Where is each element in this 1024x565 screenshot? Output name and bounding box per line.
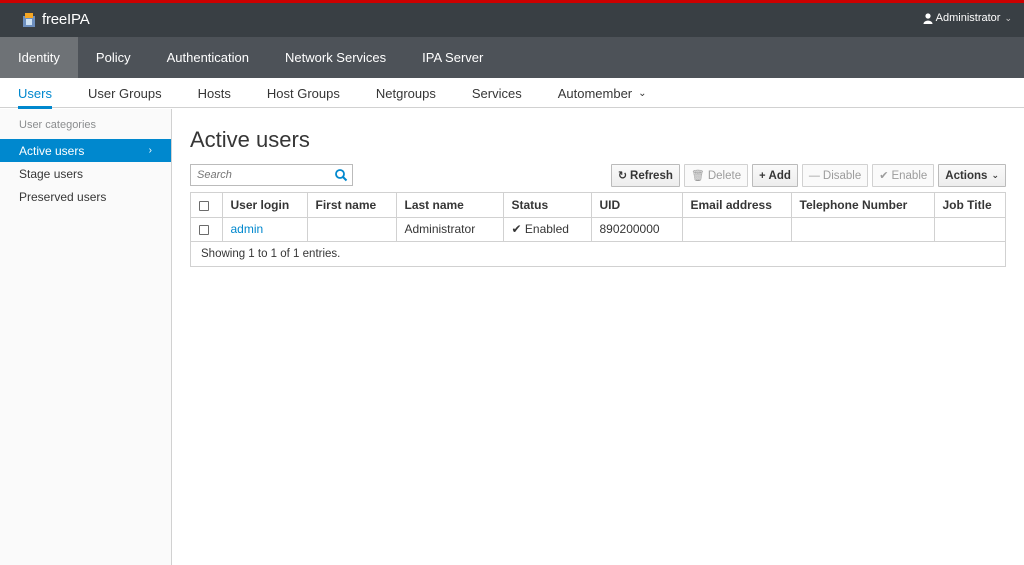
primary-nav-network-services[interactable]: Network Services — [267, 37, 404, 78]
last-name-cell: Administrator — [396, 217, 504, 242]
table-footer: Showing 1 to 1 of 1 entries. — [201, 247, 341, 260]
column-header[interactable]: Job Title — [934, 193, 1005, 218]
sidebar-item-label: Active users — [19, 143, 85, 158]
check-icon: ✔ — [511, 222, 525, 236]
uid-cell: 890200000 — [591, 217, 683, 242]
primary-nav-authentication[interactable]: Authentication — [149, 37, 267, 78]
table-header-row: User login First name Last name Status U… — [191, 193, 1005, 218]
primary-nav: Identity Policy Authentication Network S… — [0, 37, 1024, 78]
enable-button[interactable]: ✔ Enable — [872, 164, 935, 187]
toolbar: ↻ Refresh 🗑 Delete + Add — Disable ✔ Ena… — [610, 164, 1006, 187]
sidebar-item-preserved-users[interactable]: Preserved users — [0, 185, 171, 208]
tab-services-label: Services — [471, 85, 522, 101]
column-header[interactable]: Email address — [682, 193, 792, 218]
top-bar: freeIPA Administrator ⌄ — [0, 0, 1024, 37]
user-menu[interactable]: Administrator ⌄ — [923, 12, 1012, 24]
delete-label: Delete — [707, 169, 742, 182]
tab-hosts-label: Hosts — [197, 85, 231, 101]
tab-user-groups-label: User Groups — [87, 85, 162, 101]
status-text: Enabled — [524, 222, 569, 236]
delete-button[interactable]: 🗑 Delete — [683, 164, 749, 187]
minus-icon: — — [808, 169, 820, 182]
column-header[interactable]: Status — [503, 193, 592, 218]
tab-user-groups[interactable]: User Groups — [70, 78, 180, 108]
chevron-down-icon: ⌄ — [991, 170, 999, 180]
job-title-cell — [934, 217, 1005, 242]
tab-automember-label: Automember — [557, 85, 633, 101]
tab-hosts[interactable]: Hosts — [180, 78, 249, 108]
tab-host-groups-label: Host Groups — [266, 85, 340, 101]
refresh-label: Refresh — [630, 169, 673, 182]
sidebar: User categories Active users › Stage use… — [0, 109, 172, 565]
tab-netgroups-label: Netgroups — [375, 85, 436, 101]
primary-nav-policy[interactable]: Policy — [78, 37, 149, 78]
add-button[interactable]: + Add — [752, 164, 798, 187]
status-cell: ✔ Enabled — [503, 217, 592, 242]
page-title: Active users — [190, 127, 310, 152]
chevron-right-icon: › — [148, 145, 152, 156]
column-header[interactable]: First name — [307, 193, 397, 218]
sidebar-item-label: Stage users — [19, 166, 84, 181]
secondary-nav: Users User Groups Hosts Host Groups Netg… — [0, 78, 1024, 109]
primary-nav-identity[interactable]: Identity — [0, 37, 78, 78]
refresh-icon: ↻ — [617, 170, 628, 182]
user-icon — [923, 12, 933, 24]
tab-automember[interactable]: Automember ⌄ — [540, 78, 665, 108]
phone-cell — [791, 217, 935, 242]
email-cell — [682, 217, 792, 242]
add-label: Add — [768, 169, 791, 182]
trash-icon: 🗑 — [690, 170, 705, 182]
select-all-cell — [191, 193, 223, 218]
tab-users[interactable]: Users — [0, 78, 70, 109]
row-select-cell — [191, 217, 223, 242]
brand-logo-icon — [23, 12, 35, 27]
refresh-button[interactable]: ↻ Refresh — [610, 164, 680, 187]
column-header[interactable]: Last name — [396, 193, 504, 218]
user-login-link[interactable]: admin — [231, 222, 264, 236]
actions-label: Actions — [945, 169, 988, 182]
table-row: admin Administrator ✔ Enabled 890200000 — [191, 217, 1005, 242]
primary-nav-ipa-server[interactable]: IPA Server — [404, 37, 501, 78]
column-header[interactable]: UID — [591, 193, 683, 218]
chevron-down-icon: ⌄ — [638, 87, 647, 99]
sidebar-item-stage-users[interactable]: Stage users — [0, 162, 171, 185]
check-icon: ✔ — [879, 170, 889, 182]
search-input[interactable] — [191, 165, 331, 185]
actions-button[interactable]: Actions ⌄ — [938, 164, 1006, 187]
sidebar-item-active-users[interactable]: Active users › — [0, 139, 171, 162]
search-box — [190, 164, 353, 186]
chevron-down-icon: ⌄ — [1004, 12, 1012, 23]
user-menu-label: Administrator — [935, 12, 1001, 24]
first-name-cell — [307, 217, 397, 242]
users-table: User login First name Last name Status U… — [190, 192, 1006, 267]
brand-name: freeIPA — [42, 11, 90, 28]
sidebar-item-label: Preserved users — [19, 189, 107, 204]
tab-services[interactable]: Services — [454, 78, 540, 108]
tab-users-label: Users — [18, 85, 52, 101]
row-checkbox[interactable] — [199, 224, 209, 235]
tab-netgroups[interactable]: Netgroups — [358, 78, 454, 108]
disable-label: Disable — [822, 169, 862, 182]
tab-host-groups[interactable]: Host Groups — [249, 78, 358, 108]
plus-icon: + — [759, 169, 766, 182]
column-header[interactable]: User login — [222, 193, 308, 218]
enable-label: Enable — [891, 169, 928, 182]
search-icon[interactable] — [334, 168, 348, 182]
user-login-cell: admin — [222, 217, 308, 242]
disable-button[interactable]: — Disable — [801, 164, 869, 187]
sidebar-heading: User categories — [19, 119, 97, 131]
brand[interactable]: freeIPA — [22, 11, 90, 28]
select-all-checkbox[interactable] — [199, 200, 209, 211]
column-header[interactable]: Telephone Number — [791, 193, 935, 218]
